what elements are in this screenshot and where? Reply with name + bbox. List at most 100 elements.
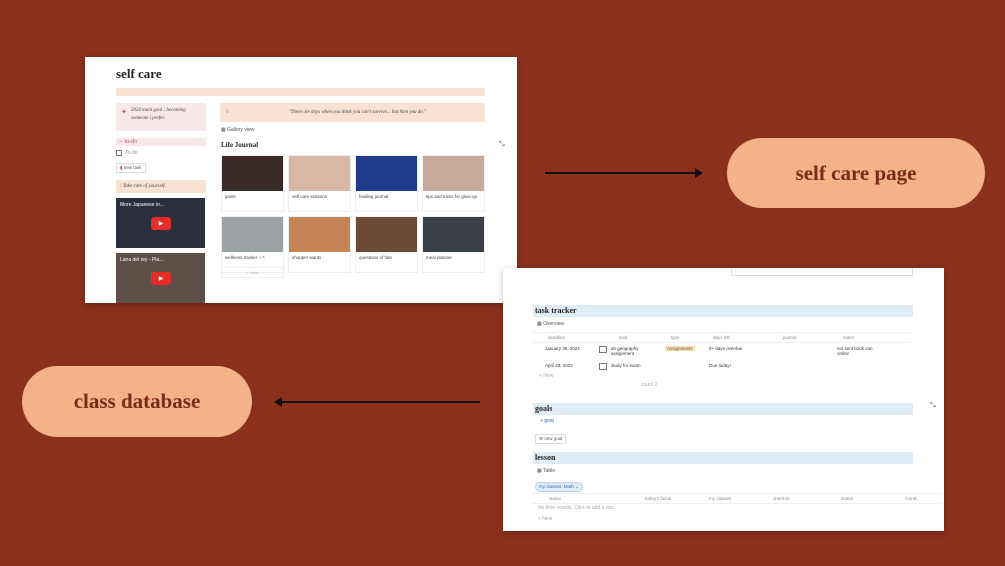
table-row[interactable]: April 23, 2024 study for exam Due today!	[533, 361, 911, 370]
new-task-label: new task	[123, 165, 142, 170]
cell-task: study for exam	[611, 363, 641, 368]
column-task[interactable]: task	[619, 335, 627, 340]
quote-text: "There are days when you think you can't…	[288, 110, 427, 115]
gallery-cover	[222, 156, 283, 191]
self-care-screenshot: self care ✦ 2024 main goal : becoming so…	[85, 57, 517, 303]
gallery-cover	[356, 217, 417, 252]
new-row-button[interactable]: + New	[539, 373, 553, 379]
column-todays-focus[interactable]: today's focus	[645, 496, 671, 501]
column-type[interactable]: type	[671, 335, 680, 340]
gallery-card[interactable]: healing journal	[355, 155, 418, 212]
video-title: Lana del rey - Pla...	[120, 257, 164, 263]
quote-icon: $	[226, 110, 229, 115]
column-notes[interactable]: notes	[843, 335, 854, 340]
overview-tab[interactable]: ▦ Overview	[537, 321, 564, 327]
gallery-card[interactable]: questions of fate	[355, 216, 418, 273]
gallery-cover	[423, 156, 484, 191]
checkbox-icon[interactable]	[599, 346, 607, 353]
new-goal-label: new goal	[544, 436, 563, 441]
gallery-caption: goals	[225, 194, 236, 199]
arrow-right-icon	[545, 168, 703, 178]
column-status[interactable]: status	[841, 496, 853, 501]
goals-heading: goals	[533, 403, 913, 415]
gallery-view-label: Gallery view	[227, 127, 255, 133]
previous-block-edge	[731, 268, 913, 276]
table-label: Table	[543, 468, 555, 474]
gallery-caption: wellness tracker ☆*:	[225, 255, 266, 260]
checkbox-icon[interactable]	[116, 150, 122, 156]
bullet-icon: ⁞	[120, 184, 122, 189]
life-journal-heading: Life Journal	[221, 141, 259, 149]
gallery-card[interactable]: shopper wants	[288, 216, 351, 273]
play-icon[interactable]: ▶	[151, 217, 171, 230]
lesson-heading: lesson	[533, 452, 913, 464]
table-tab[interactable]: ▦ Table	[537, 468, 555, 474]
gallery-caption: healing journal	[359, 194, 389, 199]
gallery-card[interactable]: tips and tricks for glow-up	[422, 155, 485, 212]
table-row[interactable]: January 30, 2024 do geography assignment…	[533, 344, 911, 360]
new-goal-button[interactable]: ⚙ new goal	[535, 434, 567, 444]
play-icon[interactable]: ▶	[151, 272, 171, 285]
gallery-caption: self care seasons	[292, 194, 328, 199]
gallery-card[interactable]: meal planner	[422, 216, 485, 273]
cell-days-left: Due today!	[709, 363, 731, 368]
empty-message[interactable]: No filter results. Click to add a row.	[538, 505, 615, 511]
video-embed-2[interactable]: Lana del rey - Pla... ▶	[116, 253, 205, 303]
goal-link[interactable]: + goal	[540, 418, 554, 424]
type-tag: Assignments	[665, 346, 695, 351]
class-database-label: class database	[22, 366, 252, 437]
overview-label: Overview	[543, 321, 564, 327]
new-task-button[interactable]: ▮ new task	[116, 163, 146, 173]
new-row-button[interactable]: + New	[538, 516, 552, 522]
column-name[interactable]: Name	[549, 496, 561, 501]
sparkle-icon: ✦	[121, 108, 127, 116]
quote-callout: $ "There are days when you think you can…	[220, 103, 485, 122]
expand-icon[interactable]: ⤡	[499, 141, 505, 149]
column-deadline[interactable]: deadline	[548, 335, 565, 340]
lesson-table-header: Name today's focus my classes check in s…	[533, 493, 943, 504]
gallery-cover	[289, 217, 350, 252]
video-title: More Japanese in...	[120, 202, 164, 208]
cell-deadline: January 30, 2024	[545, 346, 580, 351]
gear-icon: ⚙	[539, 436, 544, 441]
column-my-classes[interactable]: my classes	[709, 496, 731, 501]
table-icon: ▦	[537, 468, 542, 474]
take-care-callout: ⁞ Take care of yourself.	[116, 180, 206, 193]
todo-heading-label: to-do	[124, 139, 138, 145]
expand-icon[interactable]: ⤡	[930, 402, 936, 410]
cell-notes: not sent book can online	[837, 346, 873, 356]
todo-item-label: To-do	[125, 150, 138, 156]
gallery-view-tab[interactable]: ▦ Gallery view	[221, 127, 254, 133]
filter-chip[interactable]: my classes: Math ⌄	[535, 482, 583, 492]
cell-days-left: 8+ days overdue	[709, 346, 743, 351]
task-table-header: deadline task type days left journal not…	[533, 332, 911, 343]
class-database-screenshot: task tracker ▦ Overview deadline task ty…	[503, 268, 944, 531]
gallery-caption: shopper wants	[292, 255, 322, 260]
gallery-cover	[356, 156, 417, 191]
column-days-left[interactable]: days left	[713, 335, 730, 340]
gallery-caption: meal planner	[426, 255, 453, 260]
gallery-cover	[423, 217, 484, 252]
checkbox-icon[interactable]	[599, 363, 607, 370]
gallery-cover	[289, 156, 350, 191]
column-month[interactable]: month	[905, 496, 918, 501]
todo-item[interactable]: To-do	[116, 150, 206, 156]
table-icon: ▦	[537, 321, 542, 327]
column-check-in[interactable]: check in	[773, 496, 790, 501]
take-care-text: Take care of yourself.	[122, 184, 166, 189]
gallery-card[interactable]: goals	[221, 155, 284, 212]
page-title: self care	[116, 66, 162, 81]
gallery-cover	[222, 217, 283, 252]
gallery-card[interactable]: self care seasons	[288, 155, 351, 212]
grid-icon: ▦	[221, 127, 226, 133]
todo-heading: -- to-do	[116, 138, 206, 146]
filter-label: my classes: Math	[539, 484, 574, 489]
row-count: count 2	[641, 382, 658, 388]
gallery-grid: goals self care seasons healing journal tip…	[221, 155, 485, 273]
gallery-caption: questions of fate	[359, 255, 393, 260]
column-journal[interactable]: journal	[783, 335, 797, 340]
gallery-card[interactable]: wellness tracker ☆*:	[221, 216, 284, 273]
goal-text: 2024 main goal : becoming someone i pref…	[130, 108, 186, 121]
gallery-new-button[interactable]: + New	[221, 267, 284, 278]
video-embed-1[interactable]: More Japanese in... ▶	[116, 198, 205, 248]
